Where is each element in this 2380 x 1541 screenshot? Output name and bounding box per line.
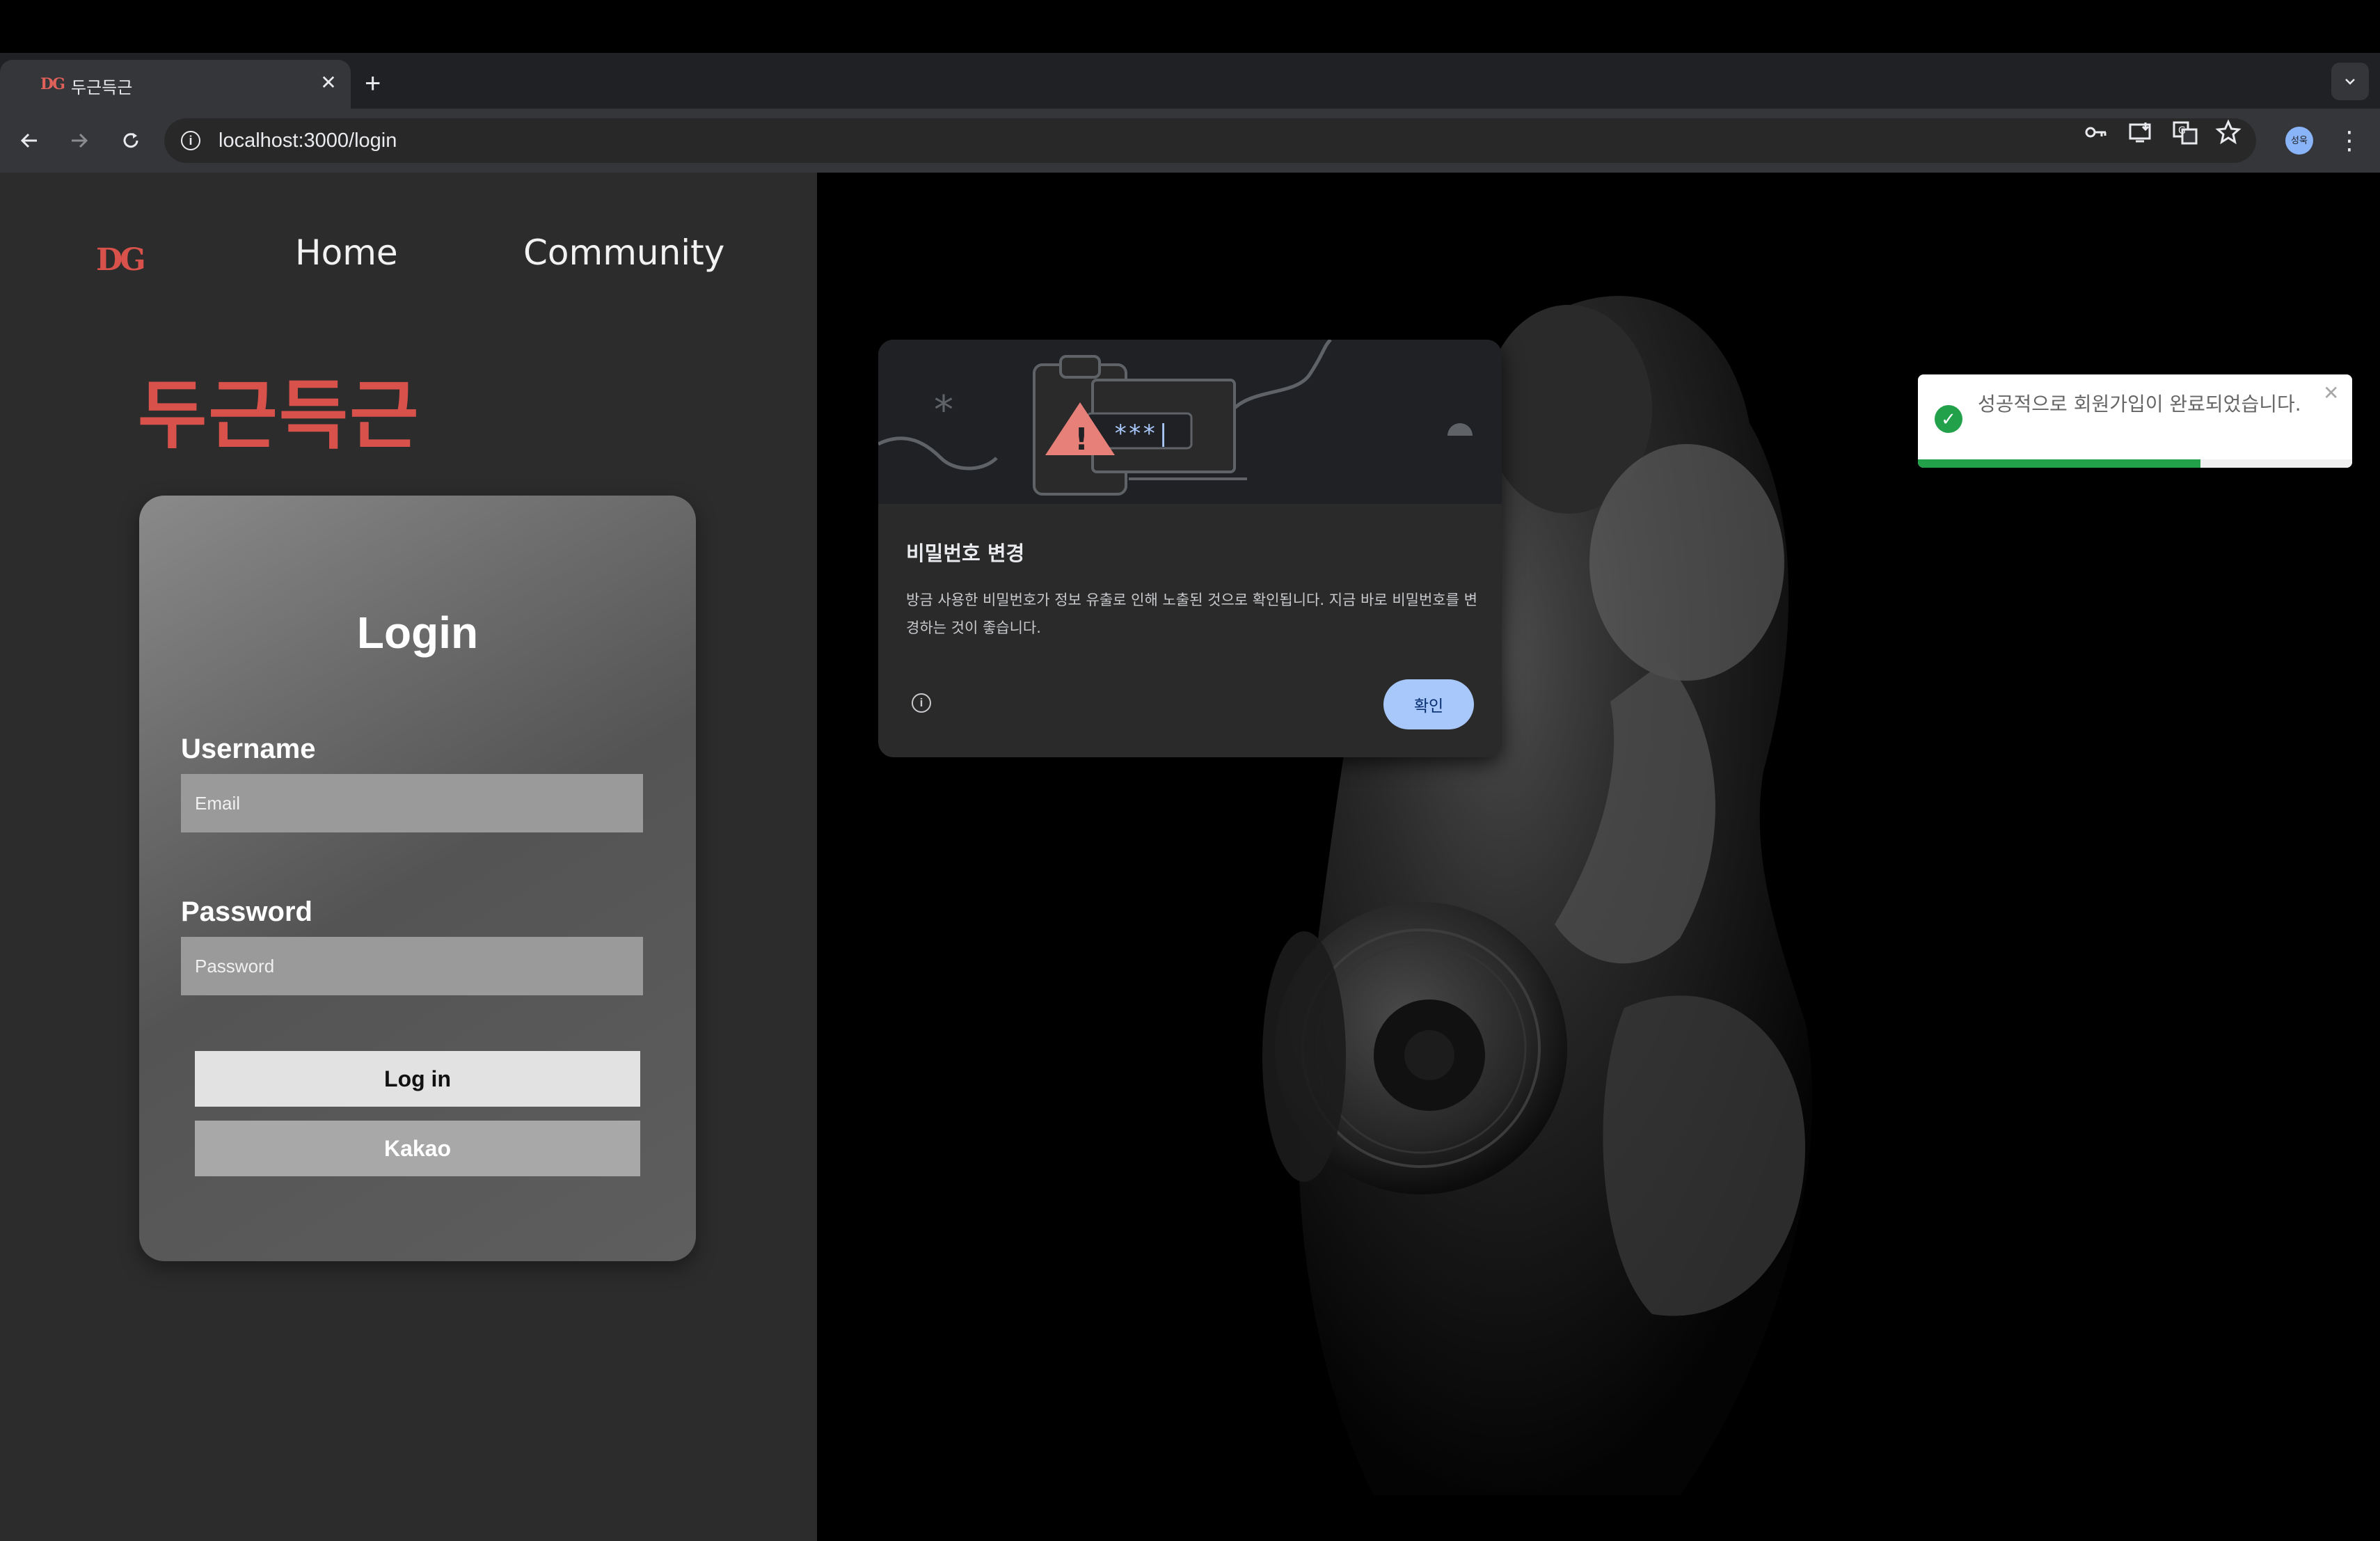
login-card: Login Username Password Log in Kakao [139,496,696,1261]
forward-icon [72,133,88,148]
install-app-icon[interactable] [2127,118,2155,146]
svg-text:G: G [2178,125,2186,136]
password-warning-illustration: * ***| ! [878,340,1473,496]
profile-avatar[interactable]: 성욱 [2285,127,2313,155]
url-text[interactable]: localhost:3000/login [219,129,397,152]
popup-body: 방금 사용한 비밀번호가 정보 유출로 인해 노출된 것으로 확인됩니다. 지금… [906,592,1477,636]
web-page: DG Home Community 두근득근 Login Username Pa… [0,173,2380,1541]
svg-text:*: * [934,388,953,433]
info-icon[interactable]: i [912,693,931,713]
site-logo[interactable]: DG [96,242,146,278]
password-key-icon[interactable] [2082,118,2110,146]
address-bar[interactable]: i localhost:3000/login [164,118,2256,163]
forward-button[interactable] [64,125,95,156]
email-field[interactable] [181,774,643,832]
success-toast: ✓ 성공적으로 회원가입이 완료되었습니다. ✕ [1918,374,2352,468]
password-leak-illustration: * ***| ! [878,340,1502,504]
translate-icon[interactable]: G [2171,118,2199,146]
toast-message: 성공적으로 회원가입이 완료되었습니다. [1978,393,2301,416]
confirm-button[interactable]: 확인 [1383,679,1474,729]
login-title: Login [356,608,479,658]
toast-close-icon[interactable]: ✕ [2323,381,2339,404]
browser-tab[interactable]: DG 두근득근 ✕ [0,60,351,109]
reload-icon [123,133,138,148]
left-panel: DG Home Community 두근득근 Login Username Pa… [0,173,817,1541]
password-field[interactable] [181,937,643,995]
site-info-icon[interactable]: i [181,131,200,150]
bookmark-star-icon[interactable] [2214,118,2242,146]
popup-title: 비밀번호 변경 [906,542,1025,565]
tab-title: 두근득근 [71,79,133,97]
toast-progress-bar [1918,459,2200,468]
password-leak-dialog: * ***| ! 비밀번호 변경 방금 사용한 비밀번호가 정보 유출로 인해 … [878,340,1502,757]
svg-text:!: ! [1074,422,1088,457]
login-button[interactable]: Log in [195,1051,640,1107]
os-top-bar [0,0,2380,53]
reload-button[interactable] [116,125,146,156]
chevron-down-icon [2345,79,2355,85]
tab-favicon: DG [40,75,65,93]
art-password-text: ***| [1113,420,1171,448]
browser-toolbar: i localhost:3000/login G 성욱 ⋮ [0,109,2380,173]
brand-title: 두근득근 [138,372,420,459]
nav-home-link[interactable]: Home [295,232,398,273]
back-button[interactable] [14,125,45,156]
menu-dots-icon[interactable]: ⋮ [2335,124,2363,157]
tab-close-icon[interactable]: ✕ [317,71,340,95]
tab-strip: DG 두근득근 ✕ + [0,53,2380,109]
new-tab-button[interactable]: + [365,70,381,97]
browser-window: DG 두근득근 ✕ + i localhost:3000/login G 성욱 … [0,0,2380,1541]
tab-search-button[interactable] [2331,63,2369,100]
nav-community-link[interactable]: Community [523,232,724,273]
password-label: Password [181,896,312,927]
kakao-login-button[interactable]: Kakao [195,1121,640,1176]
check-circle-icon: ✓ [1935,405,1962,433]
username-label: Username [181,734,316,764]
toast-progress-track [1918,459,2352,468]
back-icon [20,133,37,148]
